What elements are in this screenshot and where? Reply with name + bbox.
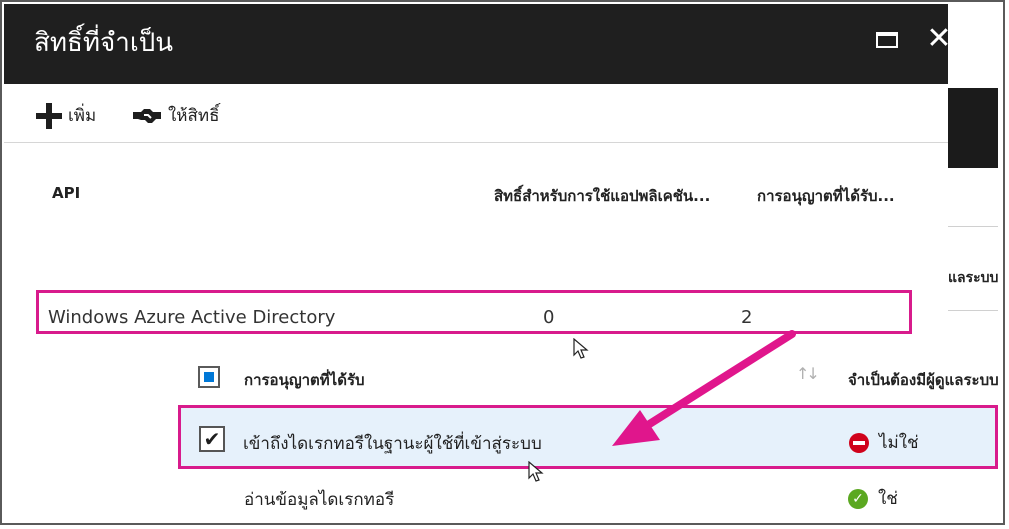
add-button-label: เพิ่ม [68,106,97,126]
close-icon[interactable]: ✕ [926,24,952,54]
mouse-cursor-icon [528,461,544,482]
column-header-app-permissions[interactable]: สิทธิ์สำหรับการใช้แอปพลิเคชัน... [494,184,710,208]
background-blade-header [948,88,998,168]
permissions-list-header: การอนุญาตที่ได้รับ ↑↓ จำเป็นต้องมีผู้ดูแ… [198,364,999,394]
check-circle-icon: ✓ [848,488,868,509]
list-item[interactable]: อ่านข้อมูลไดเรกทอรี ✓ ใช่ [178,474,998,524]
column-header-delegated-permissions[interactable]: การอนุญาตที่ได้รับ... [757,184,895,208]
list-item[interactable]: ✔ เข้าถึงไดเรกทอรีในฐานะผู้ใช้ที่เข้าสู่… [178,405,998,469]
select-all-checkbox[interactable] [198,366,220,388]
table-row[interactable]: Windows Azure Active Directory 0 2 [36,290,912,334]
no-entry-icon [849,432,869,453]
permission-name: เข้าถึงไดเรกทอรีในฐานะผู้ใช้ที่เข้าสู่ระ… [243,434,542,454]
background-label: แลระบบ [948,270,999,286]
handshake-icon [133,108,161,123]
blade-title: สิทธิ์ที่จำเป็น [34,28,174,58]
maximize-icon[interactable] [876,32,898,48]
delegated-permission-count: 2 [741,307,753,328]
column-header-api[interactable]: API [52,184,80,202]
plus-icon [36,102,62,129]
command-bar: เพิ่ม ให้สิทธิ์ [4,84,948,143]
grant-permissions-button[interactable]: ให้สิทธิ์ [132,102,219,129]
permission-checkbox[interactable]: ✔ [199,426,225,452]
grant-button-label: ให้สิทธิ์ [168,106,220,126]
mouse-cursor-icon [573,338,589,359]
background-divider [948,226,998,227]
add-button[interactable]: เพิ่ม [36,102,96,129]
admin-required-status: ไม่ใช่ [849,429,919,456]
app-permission-count: 0 [543,307,555,328]
admin-required-value: ไม่ใช่ [879,433,919,453]
admin-required-header: จำเป็นต้องมีผู้ดูแลระบบ [848,371,999,389]
admin-required-status: ✓ ใช่ [848,485,898,512]
blade-header: สิทธิ์ที่จำเป็น ✕ [4,4,952,84]
sort-icon[interactable]: ↑↓ [796,364,820,383]
permissions-header-label: การอนุญาตที่ได้รับ [244,371,365,389]
background-divider [948,310,998,311]
admin-required-value: ใช่ [878,489,898,509]
api-name: Windows Azure Active Directory [48,307,336,328]
permission-name: อ่านข้อมูลไดเรกทอรี [244,490,395,510]
